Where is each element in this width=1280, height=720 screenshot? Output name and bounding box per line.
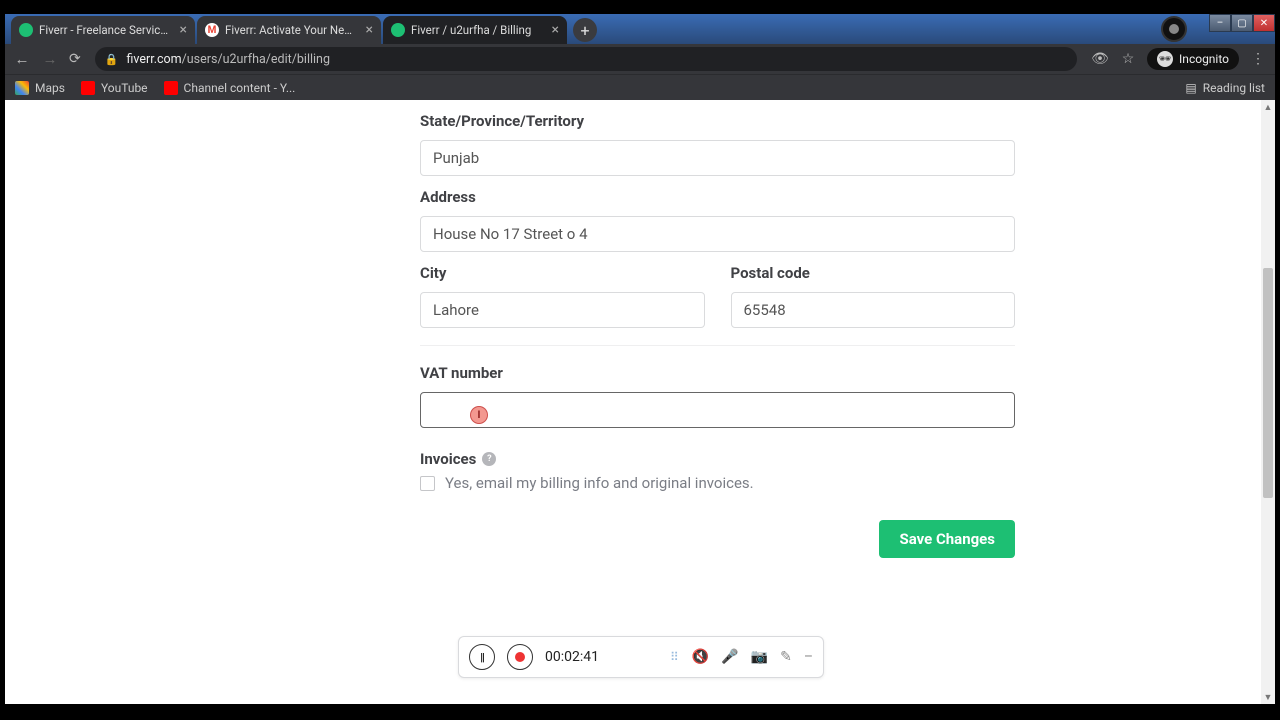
- invoices-checkbox-label: Yes, email my billing info and original …: [445, 474, 754, 492]
- recording-timer: 00:02:41: [545, 649, 599, 665]
- window-controls: – ▢ ✕: [1161, 14, 1275, 42]
- pause-recording-button[interactable]: ||: [469, 644, 495, 670]
- invoices-heading: Invoices: [420, 450, 476, 468]
- favicon-icon: [391, 23, 405, 37]
- new-tab-button[interactable]: +: [573, 18, 597, 42]
- city-input[interactable]: [420, 292, 705, 328]
- close-tab-icon[interactable]: ×: [366, 22, 373, 38]
- back-button[interactable]: ←: [13, 50, 31, 68]
- address-input[interactable]: [420, 216, 1015, 252]
- vertical-scrollbar[interactable]: ▲ ▼: [1261, 100, 1275, 704]
- favicon-icon: [19, 23, 33, 37]
- bookmarks-bar: Maps YouTube Channel content - Y... ▤Rea…: [5, 74, 1275, 100]
- tab-strip: Fiverr - Freelance Services Marke × M Fi…: [5, 14, 1275, 44]
- eye-off-icon[interactable]: 👁: [1091, 51, 1109, 67]
- minimize-button[interactable]: –: [1209, 14, 1231, 32]
- close-tab-icon[interactable]: ×: [552, 22, 559, 38]
- annotate-icon[interactable]: ✎: [780, 649, 792, 665]
- vat-label: VAT number: [420, 364, 1015, 382]
- scroll-down-icon[interactable]: ▼: [1261, 690, 1275, 704]
- bookmark-channel[interactable]: Channel content - Y...: [164, 81, 296, 95]
- minimize-recorder-icon[interactable]: –: [804, 649, 813, 665]
- incognito-label: Incognito: [1179, 52, 1229, 66]
- cursor-click-marker-icon: I: [470, 406, 488, 424]
- postal-input[interactable]: [731, 292, 1016, 328]
- close-window-button[interactable]: ✕: [1253, 14, 1275, 32]
- close-tab-icon[interactable]: ×: [180, 22, 187, 38]
- scroll-up-icon[interactable]: ▲: [1261, 100, 1275, 114]
- incognito-icon: 🕶: [1157, 51, 1173, 67]
- city-label: City: [420, 264, 705, 282]
- state-input[interactable]: [420, 140, 1015, 176]
- save-changes-button[interactable]: Save Changes: [879, 520, 1015, 558]
- browser-tab[interactable]: Fiverr - Freelance Services Marke ×: [11, 16, 195, 44]
- youtube-icon: [164, 81, 178, 95]
- list-icon: ▤: [1185, 81, 1196, 95]
- tab-title: Fiverr / u2urfha / Billing: [411, 23, 546, 37]
- reading-list-button[interactable]: ▤Reading list: [1185, 81, 1265, 95]
- scroll-thumb[interactable]: [1263, 268, 1273, 498]
- address-label: Address: [420, 188, 1015, 206]
- star-icon[interactable]: ☆: [1119, 51, 1137, 67]
- screen-recorder-bar[interactable]: || 00:02:41 ⠿ 🔇 🎤 📷 ✎ –: [458, 636, 824, 678]
- reload-button[interactable]: ⟳: [69, 51, 81, 67]
- state-label: State/Province/Territory: [420, 112, 1015, 130]
- maps-icon: [15, 81, 29, 95]
- invoices-checkbox[interactable]: [420, 476, 435, 491]
- vat-input[interactable]: [420, 392, 1015, 428]
- webcam-off-icon[interactable]: 📷: [751, 649, 768, 665]
- postal-label: Postal code: [731, 264, 1016, 282]
- billing-form: State/Province/Territory Address City Po…: [400, 100, 1035, 578]
- browser-tab[interactable]: M Fiverr: Activate Your New Accoun ×: [197, 16, 381, 44]
- kebab-menu-icon[interactable]: ⋮: [1249, 51, 1267, 67]
- record-indicator-icon: [1161, 16, 1187, 42]
- maximize-button[interactable]: ▢: [1231, 14, 1253, 32]
- help-icon[interactable]: ?: [482, 452, 496, 466]
- tab-title: Fiverr: Activate Your New Accoun: [225, 23, 360, 37]
- mute-icon[interactable]: 🔇: [692, 649, 709, 665]
- browser-tab[interactable]: Fiverr / u2urfha / Billing ×: [383, 16, 567, 44]
- bookmark-maps[interactable]: Maps: [15, 81, 65, 95]
- mic-off-icon[interactable]: 🎤: [721, 649, 738, 665]
- stop-recording-button[interactable]: [507, 644, 533, 670]
- favicon-icon: M: [205, 23, 219, 37]
- lock-icon: 🔒: [105, 53, 119, 66]
- forward-button[interactable]: →: [41, 50, 59, 68]
- tab-title: Fiverr - Freelance Services Marke: [39, 23, 174, 37]
- bookmark-youtube[interactable]: YouTube: [81, 81, 148, 95]
- address-bar[interactable]: 🔒 fiverr.com/users/u2urfha/edit/billing: [95, 47, 1077, 71]
- url-text: fiverr.com/users/u2urfha/edit/billing: [126, 52, 1067, 67]
- browser-toolbar: ← → ⟳ 🔒 fiverr.com/users/u2urfha/edit/bi…: [5, 44, 1275, 74]
- youtube-icon: [81, 81, 95, 95]
- drag-handle-icon[interactable]: ⠿: [670, 650, 680, 664]
- page-viewport: State/Province/Territory Address City Po…: [5, 100, 1275, 704]
- incognito-indicator[interactable]: 🕶 Incognito: [1147, 48, 1239, 70]
